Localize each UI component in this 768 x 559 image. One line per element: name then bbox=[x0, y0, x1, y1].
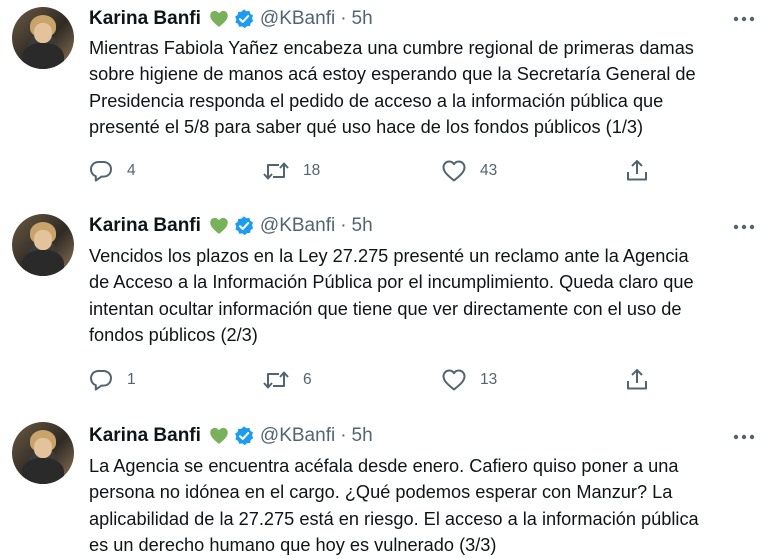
more-icon[interactable] bbox=[731, 217, 757, 237]
retweet-icon bbox=[263, 371, 289, 389]
green-heart-icon bbox=[210, 427, 228, 444]
timestamp[interactable]: 5h bbox=[352, 8, 373, 30]
like-count: 13 bbox=[480, 371, 498, 388]
green-heart-icon bbox=[210, 10, 228, 27]
author-handle[interactable]: @KBanfi bbox=[260, 8, 335, 30]
reply-count: 1 bbox=[127, 371, 136, 388]
retweet-count: 6 bbox=[303, 371, 312, 388]
share-icon bbox=[627, 369, 647, 390]
more-icon[interactable] bbox=[731, 9, 757, 29]
tweet-text: Mientras Fabiola Yañez encabeza una cumb… bbox=[89, 35, 759, 141]
reply-count: 4 bbox=[127, 162, 136, 179]
tweet-text-line: Vencidos los plazos en la Ley 27.275 pre… bbox=[89, 246, 689, 266]
tweet-text-line: es un derecho humano que hoy es vulnerad… bbox=[89, 535, 497, 556]
timestamp[interactable]: 5h bbox=[352, 425, 373, 447]
tweet-text-line: de Acceso a la Información Pública por e… bbox=[89, 272, 694, 293]
retweet-icon bbox=[263, 162, 289, 180]
share-button[interactable] bbox=[624, 366, 650, 394]
reply-button[interactable]: 4 bbox=[88, 157, 136, 185]
tweet-text-line: fondos públicos (2/3) bbox=[89, 325, 258, 346]
author-name[interactable]: Karina Banfi bbox=[89, 215, 201, 237]
tweet-text-line: presenté el 5/8 para saber qué uso hace … bbox=[89, 117, 644, 138]
share-icon bbox=[627, 160, 647, 181]
reply-button[interactable]: 1 bbox=[88, 366, 136, 394]
green-heart-icon bbox=[210, 217, 228, 234]
reply-icon bbox=[90, 370, 112, 391]
tweet-3[interactable]: Karina Banfi @KBanfi · 5h La Agencia se … bbox=[0, 410, 768, 556]
separator: · bbox=[340, 215, 347, 236]
tweet-text-line: aplicabilidad de la 27.275 está en riesg… bbox=[89, 508, 699, 529]
timestamp[interactable]: 5h bbox=[352, 215, 373, 237]
like-button[interactable]: 13 bbox=[441, 366, 497, 394]
author-name[interactable]: Karina Banfi bbox=[89, 8, 201, 30]
avatar[interactable] bbox=[12, 7, 74, 69]
tweet-text-line: intentan ocultar información que tiene q… bbox=[89, 298, 682, 319]
author-handle[interactable]: @KBanfi bbox=[260, 215, 335, 237]
retweet-count: 18 bbox=[303, 162, 321, 179]
tweet-text-line: La Agencia se encuentra acéfala desde en… bbox=[89, 456, 679, 476]
like-icon bbox=[442, 369, 466, 391]
like-count: 43 bbox=[480, 162, 498, 179]
retweet-button[interactable]: 18 bbox=[262, 157, 320, 185]
more-icon[interactable] bbox=[731, 427, 757, 447]
share-button[interactable] bbox=[624, 157, 650, 185]
verified-badge-icon bbox=[235, 426, 254, 446]
tweet-1[interactable]: Karina Banfi @KBanfi · 5h Mientras Fabio… bbox=[0, 0, 768, 205]
tweet-text-line: Mientras Fabiola Yañez encabeza una cumb… bbox=[89, 38, 694, 58]
tweet-text-line: persona no idónea en el cargo. ¿Qué pode… bbox=[89, 482, 673, 503]
tweet-2[interactable]: Karina Banfi @KBanfi · 5h Vencidos los p… bbox=[0, 205, 768, 410]
avatar[interactable] bbox=[12, 422, 74, 484]
separator: · bbox=[340, 8, 347, 29]
author-handle[interactable]: @KBanfi bbox=[260, 425, 335, 447]
tweet-text-line: Presidencia responda el pedido de acceso… bbox=[89, 90, 664, 111]
tweet-text: La Agencia se encuentra acéfala desde en… bbox=[89, 453, 759, 559]
retweet-button[interactable]: 6 bbox=[262, 366, 312, 394]
separator: · bbox=[340, 425, 347, 446]
avatar[interactable] bbox=[12, 214, 74, 276]
like-button[interactable]: 43 bbox=[441, 157, 497, 185]
reply-icon bbox=[90, 161, 112, 182]
verified-badge-icon bbox=[235, 216, 254, 236]
like-icon bbox=[442, 160, 466, 182]
tweet-text-line: sobre higiene de manos acá estoy esperan… bbox=[89, 64, 696, 85]
tweet-text: Vencidos los plazos en la Ley 27.275 pre… bbox=[89, 243, 759, 349]
author-name[interactable]: Karina Banfi bbox=[89, 425, 201, 447]
verified-badge-icon bbox=[235, 9, 254, 29]
